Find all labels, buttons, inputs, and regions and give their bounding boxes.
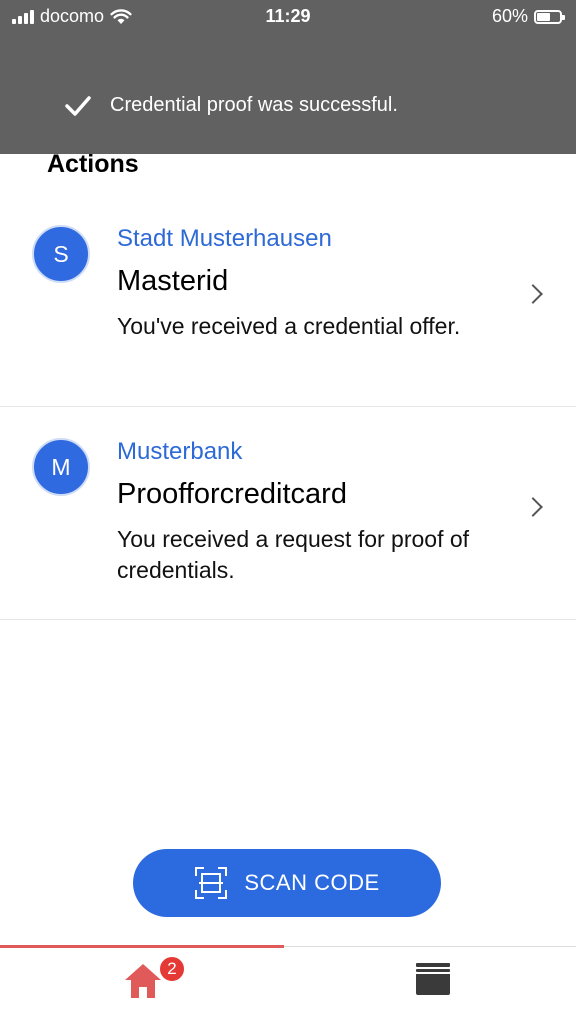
notification-badge: 2 (158, 955, 186, 983)
scan-frame-icon (195, 867, 228, 899)
scan-code-button[interactable]: SCAN CODE (133, 849, 441, 917)
issuer-name: Musterbank (117, 438, 243, 465)
tab-wallet[interactable] (288, 947, 576, 1024)
avatar: M (32, 438, 90, 496)
issuer-name: Stadt Musterhausen (117, 225, 332, 252)
status-right: 60% (491, 6, 565, 27)
chevron-right-icon (523, 497, 543, 517)
scan-code-label: SCAN CODE (244, 870, 380, 895)
tab-home[interactable]: 2 (0, 947, 288, 1024)
action-description: You've received a credential offer. (117, 313, 461, 339)
action-description: You received a request for proof of cred… (117, 526, 470, 583)
actions-title: Actions (47, 150, 139, 178)
tab-bar: 2 (0, 945, 576, 1024)
home-icon (125, 964, 161, 998)
battery-percent: 60% (491, 6, 528, 26)
action-item-credential-offer[interactable]: S Stadt Musterhausen Masterid You've rec… (0, 195, 576, 407)
credential-name: Masterid (117, 265, 229, 297)
toast-text: Credential proof was successful. (110, 94, 398, 116)
wallet-icon (416, 963, 450, 995)
toast-message: Credential proof was successful. (64, 94, 398, 117)
chevron-right-icon (523, 284, 543, 304)
action-item-proof-request[interactable]: M Musterbank Proofforcreditcard You rece… (0, 408, 576, 620)
avatar: S (32, 225, 90, 283)
checkmark-icon (65, 95, 91, 116)
status-time: 11:29 (265, 6, 311, 26)
status-bar: docomo 11:29 60% (0, 0, 576, 34)
credential-name: Proofforcreditcard (117, 478, 347, 510)
battery-icon (534, 9, 565, 24)
